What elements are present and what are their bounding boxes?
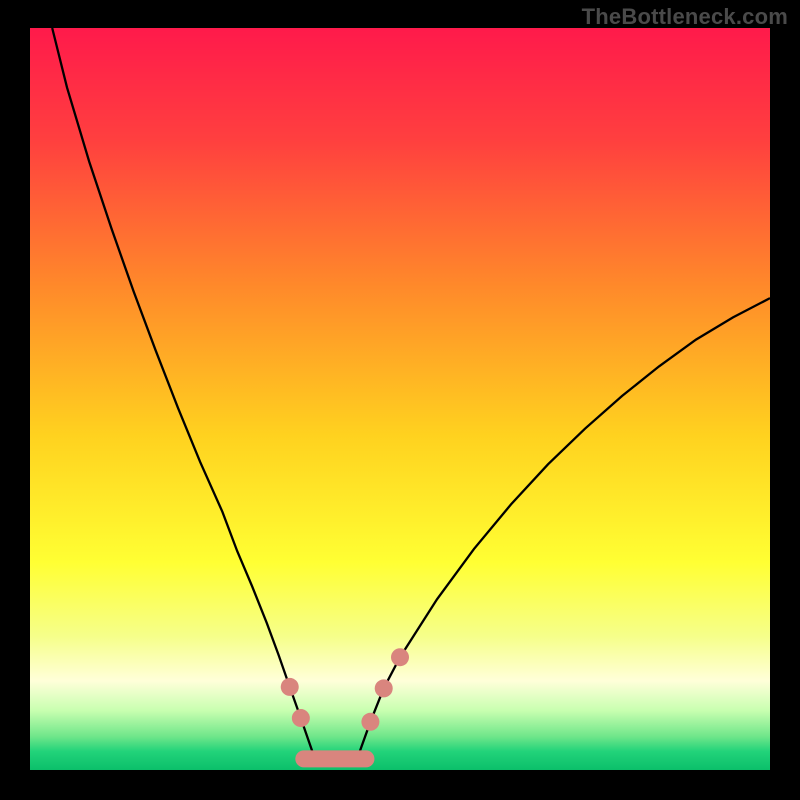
left-marker-lower (292, 709, 310, 727)
right-marker-lower (361, 713, 379, 731)
bottleneck-chart (0, 0, 800, 800)
left-marker-upper (281, 678, 299, 696)
right-marker-upper (391, 648, 409, 666)
watermark-text: TheBottleneck.com (582, 4, 788, 30)
chart-frame: TheBottleneck.com (0, 0, 800, 800)
right-marker-mid (375, 679, 393, 697)
